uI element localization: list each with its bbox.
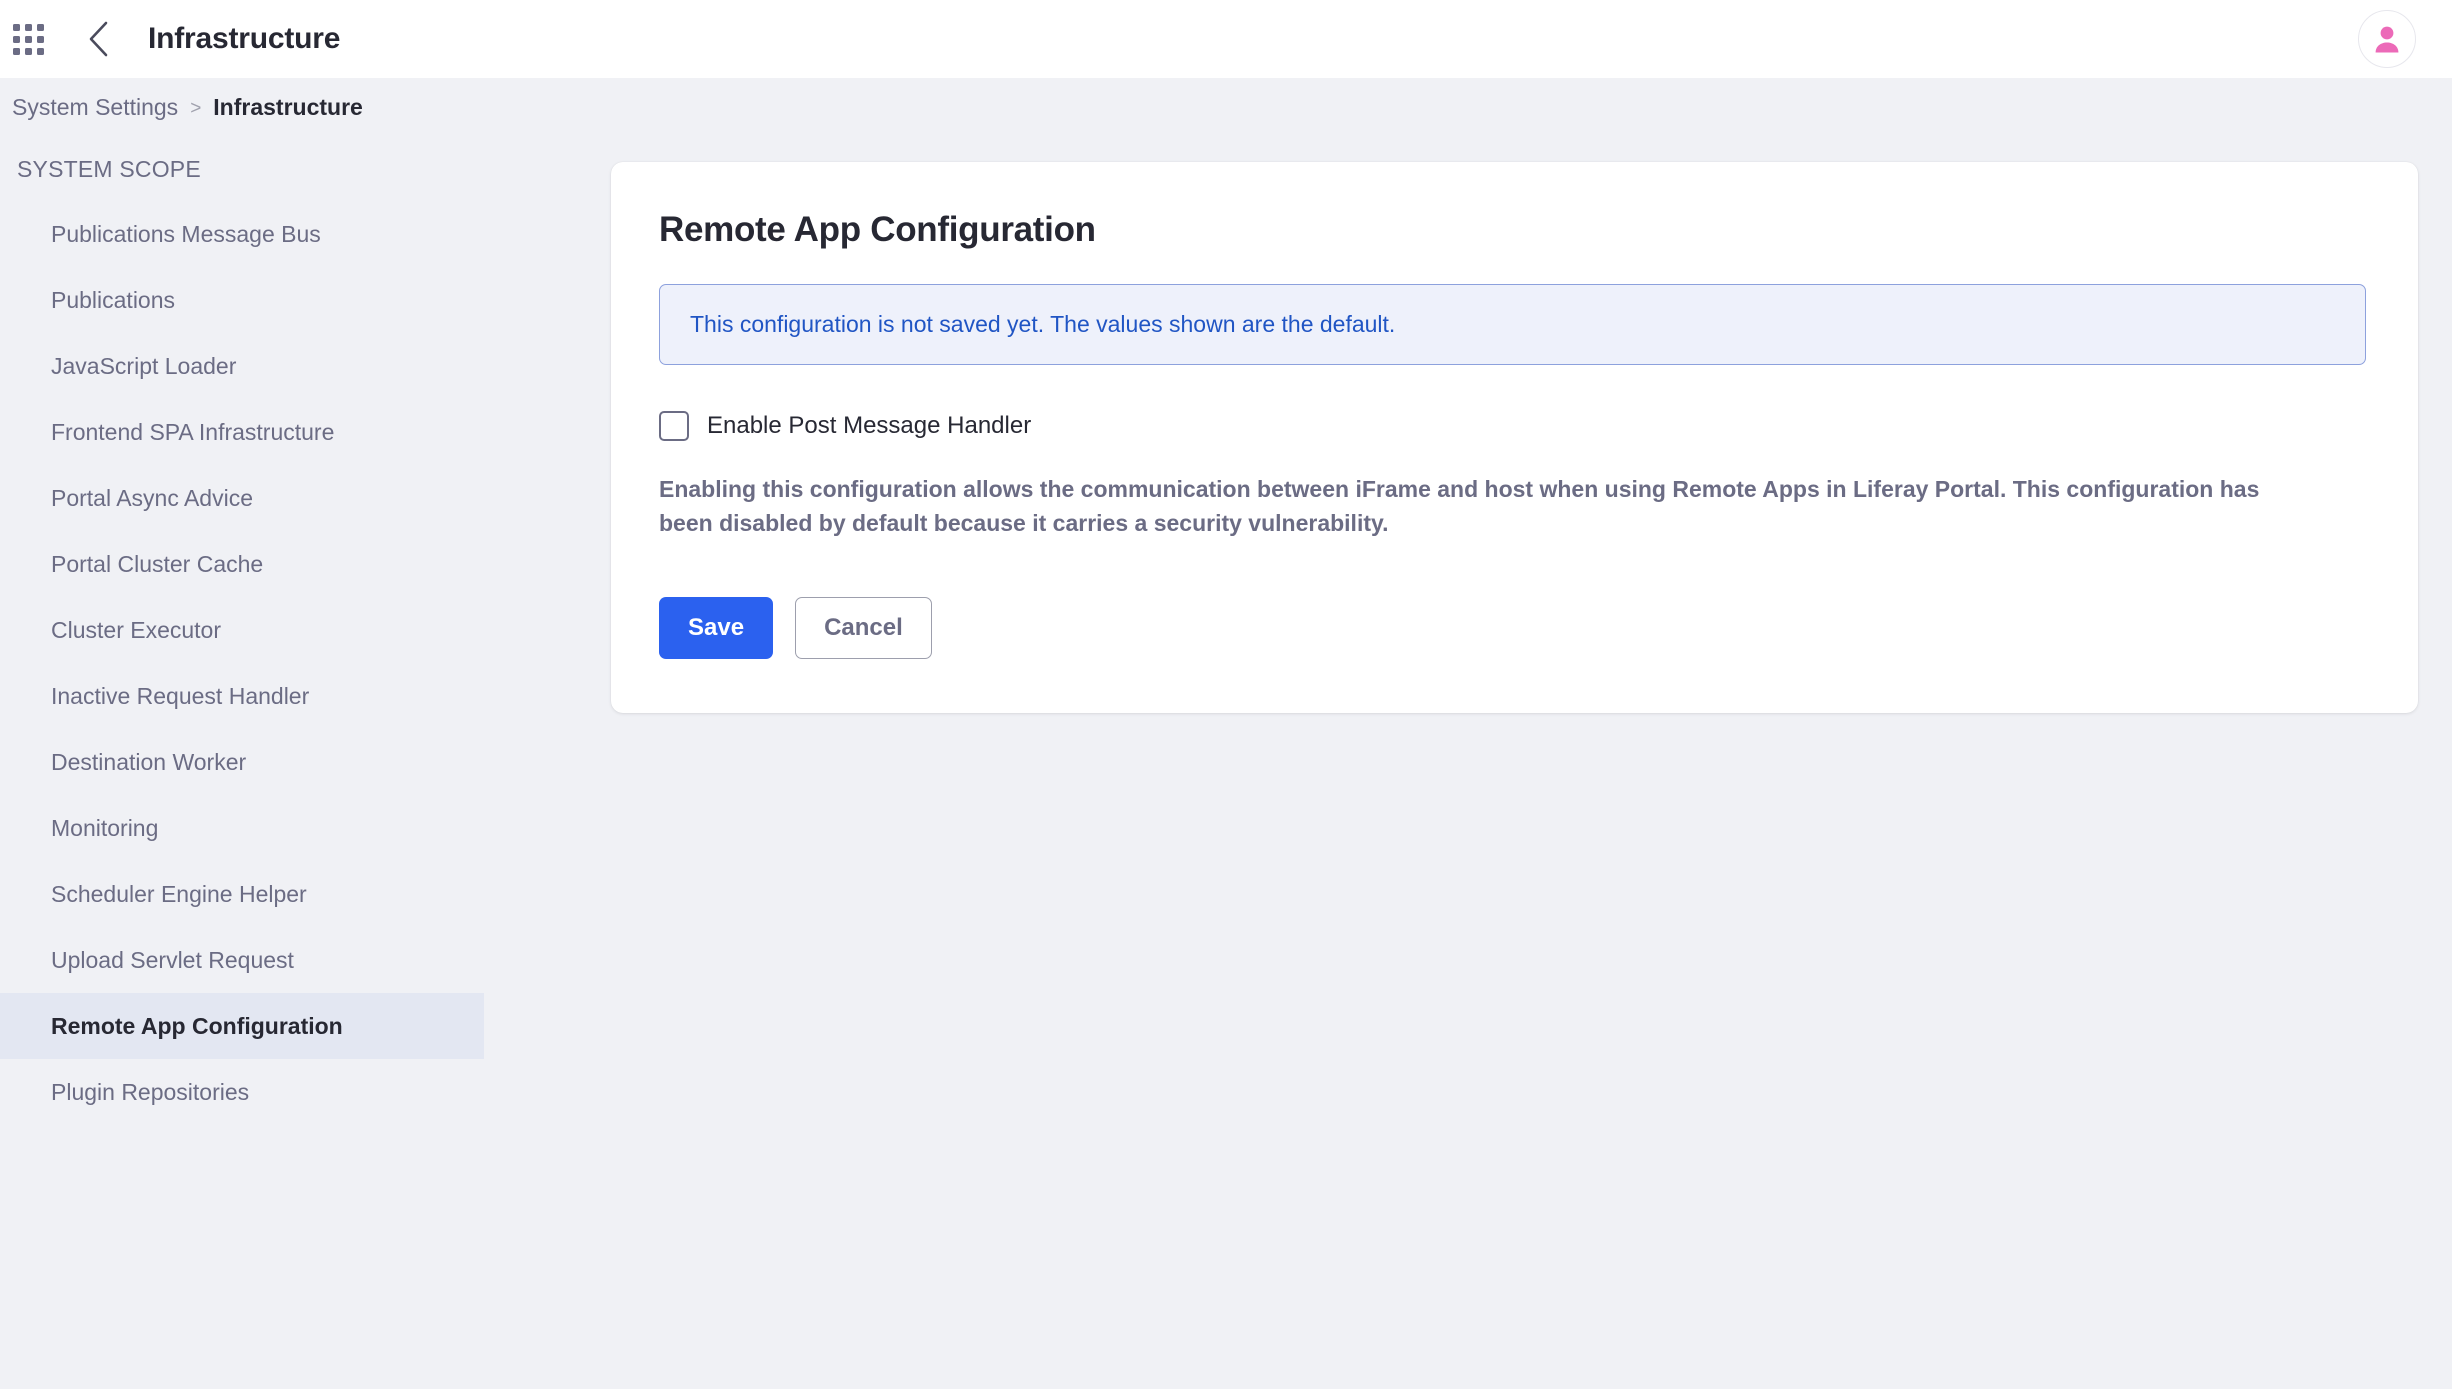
breadcrumb: System Settings > Infrastructure (0, 78, 2452, 136)
apps-grid-button[interactable] (0, 11, 56, 67)
page-title: Infrastructure (148, 22, 341, 55)
enable-post-message-handler-label: Enable Post Message Handler (707, 412, 1032, 439)
page-body: SYSTEM SCOPE Publications Message Bus Pub… (0, 136, 2452, 1389)
breadcrumb-item-system-settings[interactable]: System Settings (12, 94, 178, 121)
card-title: Remote App Configuration (659, 210, 1096, 249)
sidebar-item-portal-async-advice[interactable]: Portal Async Advice (0, 465, 611, 531)
breadcrumb-item-infrastructure: Infrastructure (213, 93, 363, 120)
main-content: Remote App Configuration This configurat… (611, 136, 2452, 713)
sidebar-item-publications-message-bus[interactable]: Publications Message Bus (0, 201, 611, 267)
sidebar-item-inactive-request-handler[interactable]: Inactive Request Handler (0, 663, 611, 729)
sidebar-item-frontend-spa-infrastructure[interactable]: Frontend SPA Infrastructure (0, 399, 611, 465)
sidebar-item-plugin-repositories[interactable]: Plugin Repositories (0, 1059, 611, 1125)
sidebar-item-scheduler-engine-helper[interactable]: Scheduler Engine Helper (0, 861, 611, 927)
sidebar-item-monitoring[interactable]: Monitoring (0, 795, 611, 861)
sidebar-item-publications[interactable]: Publications (0, 267, 611, 333)
breadcrumb-separator-icon: > (190, 97, 202, 119)
remote-app-configuration-card: Remote App Configuration This configurat… (611, 162, 2418, 713)
sidebar-item-portal-cluster-cache[interactable]: Portal Cluster Cache (0, 531, 611, 597)
sidebar: SYSTEM SCOPE Publications Message Bus Pub… (0, 136, 611, 1389)
sidebar-heading: SYSTEM SCOPE (17, 156, 201, 182)
sidebar-item-javascript-loader[interactable]: JavaScript Loader (0, 333, 611, 399)
sidebar-item-destination-worker[interactable]: Destination Worker (0, 729, 611, 795)
save-button[interactable]: Save (659, 596, 774, 659)
back-button[interactable] (72, 12, 126, 66)
enable-post-message-handler-checkbox[interactable] (659, 411, 689, 441)
sidebar-item-remote-app-configuration[interactable]: Remote App Configuration (0, 993, 484, 1059)
form-actions: Save Cancel (659, 596, 2366, 659)
sidebar-item-upload-servlet-request[interactable]: Upload Servlet Request (0, 927, 611, 993)
apps-grid-icon (12, 23, 44, 55)
user-avatar-icon (2375, 26, 2399, 53)
enable-post-message-handler-row[interactable]: Enable Post Message Handler (659, 411, 1031, 441)
configuration-help-text: Enabling this configuration allows the c… (659, 476, 2260, 536)
sidebar-nav-list: Publications Message Bus Publications Java… (0, 201, 611, 1125)
chevron-left-icon (89, 21, 108, 57)
cancel-button[interactable]: Cancel (795, 596, 932, 659)
avatar[interactable] (2358, 10, 2416, 68)
app-header: Infrastructure (0, 0, 2452, 78)
sidebar-item-cluster-executor[interactable]: Cluster Executor (0, 597, 611, 663)
unsaved-configuration-alert: This configuration is not saved yet. The… (659, 284, 2366, 365)
